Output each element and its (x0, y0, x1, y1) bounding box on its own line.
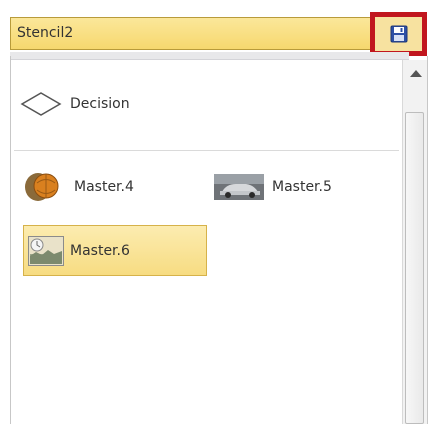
stencil-panel: Stencil2 Decision Master.4 Master.5 Mast… (0, 0, 439, 424)
shape-item-master4[interactable]: Master.4 (22, 170, 172, 204)
shape-label: Master.4 (74, 179, 134, 195)
stencil-title: Stencil2 (17, 25, 74, 41)
shape-item-master6[interactable]: Master.6 (23, 225, 207, 276)
shape-item-decision[interactable]: Decision (20, 88, 170, 120)
shape-label: Master.6 (70, 242, 130, 259)
stencil-title-bar[interactable]: Stencil2 (10, 17, 424, 50)
car-photo-icon (214, 174, 264, 200)
diamond-icon (20, 92, 62, 116)
shape-label: Master.5 (272, 179, 332, 195)
scroll-up-arrow-icon[interactable] (410, 70, 422, 77)
vertical-scrollbar[interactable] (402, 60, 427, 424)
section-divider (14, 150, 399, 151)
scroll-thumb[interactable] (405, 112, 424, 424)
save-stencil-button[interactable] (370, 12, 427, 56)
shape-item-master5[interactable]: Master.5 (214, 172, 374, 202)
shape-label: Decision (70, 96, 130, 112)
save-disk-icon (390, 25, 407, 43)
landscape-thumbnail-icon (28, 235, 64, 266)
orange-balls-icon (25, 173, 59, 201)
